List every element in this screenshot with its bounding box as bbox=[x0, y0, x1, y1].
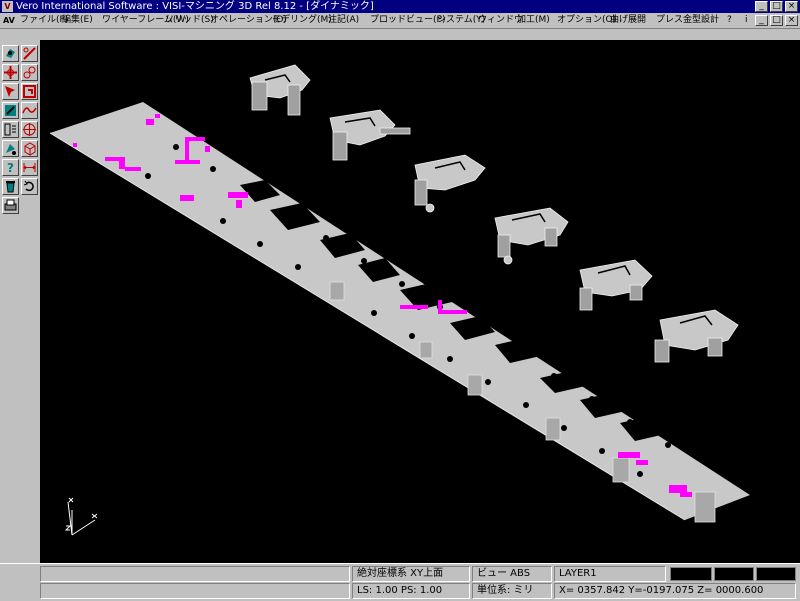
color-swatch-3[interactable] bbox=[756, 567, 796, 581]
menu-press-die[interactable]: プレス金型設計 bbox=[656, 13, 719, 28]
view-label: ビュー ABS bbox=[472, 566, 552, 582]
color-swatch-1[interactable] bbox=[670, 567, 712, 581]
graphics-viewport[interactable] bbox=[40, 40, 800, 563]
undo-icon[interactable] bbox=[21, 178, 38, 195]
color-swatch-2[interactable] bbox=[714, 567, 754, 581]
box-icon[interactable] bbox=[21, 140, 38, 157]
select-icon[interactable] bbox=[2, 83, 19, 100]
units-label: 単位系: ミリ bbox=[472, 583, 552, 599]
menu-file[interactable]: ファイル(F) bbox=[20, 13, 68, 28]
svg-text:?: ? bbox=[7, 161, 14, 175]
help-icon[interactable]: ? bbox=[2, 159, 19, 176]
status-message bbox=[40, 566, 350, 582]
move-icon[interactable] bbox=[2, 64, 19, 81]
trash-icon[interactable] bbox=[2, 178, 19, 195]
menu-help[interactable]: ? bbox=[727, 13, 732, 28]
scale-label: LS: 1.00 PS: 1.00 bbox=[352, 583, 470, 599]
document-icon[interactable]: AV bbox=[3, 15, 16, 26]
maximize-button[interactable]: □ bbox=[770, 1, 783, 12]
menu-edit[interactable]: 編集(E) bbox=[62, 13, 93, 28]
mdi-restore-button[interactable]: □ bbox=[770, 15, 783, 26]
wave-icon[interactable] bbox=[21, 102, 38, 119]
print-icon[interactable] bbox=[2, 197, 19, 214]
view-rotate-icon[interactable] bbox=[2, 45, 19, 62]
app-icon[interactable]: V bbox=[2, 1, 13, 12]
strip-plate bbox=[50, 102, 750, 520]
formed-part-5 bbox=[579, 259, 653, 311]
sheet-metal-model bbox=[49, 64, 750, 536]
menu-bar: AV ファイル(F) 編集(E) ワイヤーフレーム(W) ソリッド(S) オペレ… bbox=[0, 13, 800, 29]
close-button[interactable]: × bbox=[785, 1, 798, 12]
cursor-coordinates: X= 0357.842 Y=-0197.075 Z= 0000.600 bbox=[554, 583, 796, 599]
edit-line-icon[interactable] bbox=[21, 45, 38, 62]
axis-triad bbox=[64, 497, 98, 536]
menu-solid[interactable]: ソリッド(S) bbox=[165, 13, 214, 28]
circle-icon[interactable] bbox=[21, 64, 38, 81]
menu-info[interactable]: i bbox=[745, 13, 748, 28]
layer-icon[interactable] bbox=[2, 121, 19, 138]
title-bar: V Vero International Software : VISI-マシニ… bbox=[0, 0, 800, 13]
status-message-2 bbox=[40, 583, 350, 599]
layer-label: LAYER1 bbox=[554, 566, 666, 582]
menu-prodview[interactable]: プロッドビュー(P) bbox=[370, 13, 445, 28]
mdi-close-button[interactable]: × bbox=[785, 15, 798, 26]
measure-icon[interactable] bbox=[21, 159, 38, 176]
window-title: Vero International Software : VISI-マシニング… bbox=[16, 1, 374, 12]
corner-icon[interactable] bbox=[21, 83, 38, 100]
minimize-button[interactable]: _ bbox=[755, 1, 768, 12]
left-toolbar: ? bbox=[0, 40, 40, 563]
menu-annotation[interactable]: 注記(A) bbox=[328, 13, 359, 28]
target-icon[interactable] bbox=[21, 121, 38, 138]
zoom-icon[interactable] bbox=[2, 102, 19, 119]
paint-icon[interactable] bbox=[2, 140, 19, 157]
mdi-minimize-button[interactable]: _ bbox=[755, 15, 768, 26]
formed-parts bbox=[249, 64, 739, 363]
menu-options[interactable]: オプション(O) bbox=[557, 13, 616, 28]
status-bar: 絶対座標系 XY上面 ビュー ABS LAYER1 LS: 1.00 PS: 1… bbox=[0, 563, 800, 601]
formed-part-3 bbox=[414, 154, 486, 213]
menu-bend-unfold[interactable]: 曲げ展開 bbox=[610, 13, 646, 28]
menu-modeling[interactable]: モデリング(M) bbox=[272, 13, 332, 28]
menu-machining[interactable]: 加工(M) bbox=[517, 13, 550, 28]
formed-part-1 bbox=[249, 64, 311, 116]
coord-system-label: 絶対座標系 XY上面 bbox=[352, 566, 470, 582]
